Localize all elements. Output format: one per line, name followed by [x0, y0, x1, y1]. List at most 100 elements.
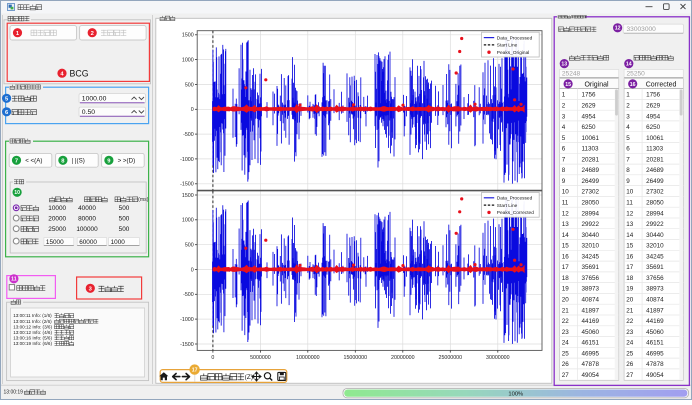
svg-text:500: 500	[185, 243, 194, 249]
svg-text:26: 26	[626, 361, 634, 368]
svg-text:13: 13	[562, 221, 570, 228]
svg-text:1000: 1000	[182, 58, 194, 64]
svg-text:49054: 49054	[582, 372, 600, 379]
svg-text:25: 25	[562, 350, 570, 357]
svg-text:11: 11	[562, 200, 569, 207]
svg-text:1756: 1756	[582, 92, 597, 99]
svg-text:18: 18	[562, 275, 570, 282]
svg-text:25248: 25248	[562, 71, 581, 78]
svg-text:44169: 44169	[646, 318, 664, 325]
svg-text:10061: 10061	[646, 135, 664, 142]
svg-text:23: 23	[562, 329, 570, 336]
svg-text:12: 12	[626, 210, 634, 217]
svg-text:Corrected: Corrected	[646, 81, 677, 88]
svg-text:4954: 4954	[582, 113, 597, 120]
svg-text:80000: 80000	[78, 215, 96, 222]
svg-text:16: 16	[562, 253, 570, 260]
svg-text:0: 0	[211, 355, 214, 361]
svg-text:12: 12	[615, 26, 621, 32]
svg-text:1: 1	[626, 92, 630, 99]
svg-text:1500: 1500	[182, 33, 194, 39]
svg-text:13:00:16 Info: (5/6): 13:00:16 Info: (5/6)	[13, 335, 52, 340]
svg-text:19: 19	[562, 286, 570, 293]
svg-text:-1500: -1500	[180, 182, 194, 188]
svg-text:(Z): (Z)	[245, 374, 253, 381]
svg-text:8: 8	[562, 167, 566, 174]
svg-text:Peaks_Corrected: Peaks_Corrected	[497, 210, 534, 216]
svg-text:1000: 1000	[111, 239, 126, 246]
svg-text:< <(A): < <(A)	[25, 158, 42, 165]
svg-text:30440: 30440	[646, 232, 664, 239]
svg-text:47878: 47878	[646, 361, 664, 368]
svg-text:100%: 100%	[508, 392, 523, 398]
svg-text:(ms): (ms)	[138, 197, 149, 203]
svg-text:37656: 37656	[646, 275, 664, 282]
svg-text:20: 20	[562, 297, 570, 304]
svg-text:46995: 46995	[646, 350, 664, 357]
svg-text:22: 22	[562, 318, 570, 325]
svg-text:2629: 2629	[646, 103, 661, 110]
svg-text:20281: 20281	[582, 156, 600, 163]
svg-text:Peaks_Original: Peaks_Original	[497, 50, 530, 56]
svg-text:2: 2	[91, 31, 94, 37]
svg-text:9: 9	[562, 178, 566, 185]
svg-text:500: 500	[119, 205, 130, 212]
svg-text:20000: 20000	[48, 215, 66, 222]
svg-text:7: 7	[15, 158, 18, 164]
svg-text:0: 0	[191, 267, 194, 273]
svg-text:28994: 28994	[582, 210, 600, 217]
svg-text:26499: 26499	[646, 178, 664, 185]
svg-text:27302: 27302	[646, 189, 664, 196]
svg-text:11: 11	[11, 277, 17, 283]
svg-text:33003000: 33003000	[627, 26, 657, 33]
svg-text:-1000: -1000	[180, 317, 194, 323]
svg-text:26499: 26499	[582, 178, 600, 185]
svg-text:13:00:11 Info: (1/6): 13:00:11 Info: (1/6)	[13, 313, 52, 318]
svg-text:500: 500	[119, 215, 130, 222]
svg-text:4: 4	[562, 124, 566, 131]
svg-text:-1000: -1000	[180, 157, 194, 163]
svg-text:16: 16	[630, 82, 636, 88]
svg-text:11303: 11303	[582, 146, 600, 153]
svg-text:8: 8	[626, 167, 630, 174]
svg-text:27: 27	[562, 372, 570, 379]
svg-text:1000: 1000	[182, 218, 194, 224]
svg-text:Original: Original	[584, 81, 609, 88]
svg-text:17: 17	[192, 368, 198, 374]
svg-text:15: 15	[562, 243, 570, 250]
svg-text:10000: 10000	[48, 205, 66, 212]
svg-text:5: 5	[626, 135, 630, 142]
svg-text:17: 17	[562, 264, 570, 271]
svg-text:35691: 35691	[582, 264, 600, 271]
svg-text:60000: 60000	[79, 239, 97, 246]
svg-text:2: 2	[626, 103, 630, 110]
svg-text:1: 1	[562, 92, 566, 99]
svg-text:24689: 24689	[582, 167, 600, 174]
svg-text:5: 5	[562, 135, 566, 142]
svg-text:16: 16	[626, 253, 634, 260]
svg-text:19: 19	[626, 286, 634, 293]
svg-text:6: 6	[626, 146, 630, 153]
svg-text:25: 25	[626, 350, 634, 357]
svg-text:10: 10	[562, 189, 570, 196]
svg-text:29922: 29922	[582, 221, 600, 228]
svg-text:-500: -500	[183, 292, 194, 298]
svg-text:10: 10	[14, 190, 20, 196]
svg-text:7: 7	[626, 156, 630, 163]
svg-text:27302: 27302	[582, 189, 600, 196]
svg-text:2629: 2629	[582, 103, 597, 110]
svg-text:13:00:11 Info: (2/6): 13:00:11 Info: (2/6)	[13, 319, 52, 324]
svg-text:Start Line: Start Line	[497, 203, 518, 209]
svg-text:10: 10	[626, 189, 634, 196]
svg-text:28994: 28994	[646, 210, 664, 217]
svg-text:41897: 41897	[646, 307, 664, 314]
svg-text:44169: 44169	[582, 318, 600, 325]
svg-text:37656: 37656	[582, 275, 600, 282]
svg-text:1756: 1756	[646, 92, 661, 99]
svg-text:| |(S): | |(S)	[72, 158, 85, 165]
svg-text:46151: 46151	[582, 340, 600, 347]
svg-text:30440: 30440	[582, 232, 600, 239]
svg-text:6: 6	[562, 146, 566, 153]
svg-text:21: 21	[562, 307, 570, 314]
svg-text:100000: 100000	[76, 226, 98, 233]
